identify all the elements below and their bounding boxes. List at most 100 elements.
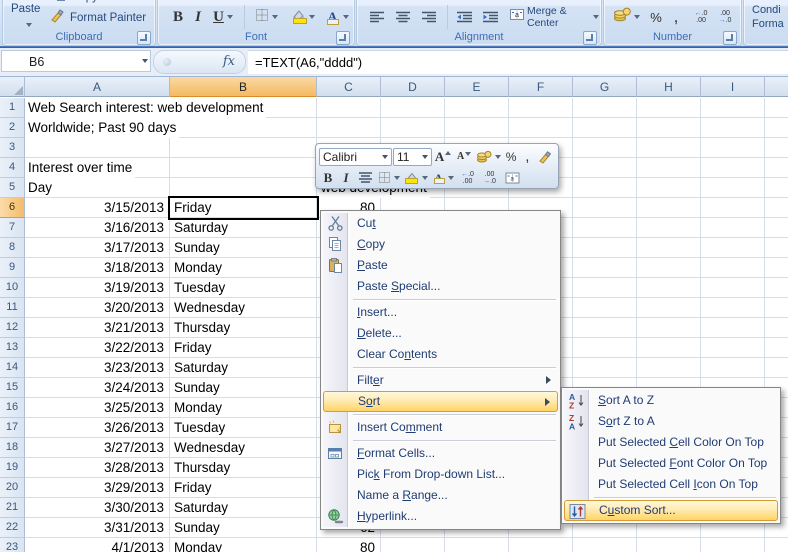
row-header-22[interactable]: 22 <box>0 518 25 538</box>
row-header-7[interactable]: 7 <box>0 218 25 238</box>
menu-item-paste-special[interactable]: Paste Special... <box>323 276 558 297</box>
grow-font-button[interactable]: A <box>433 147 454 167</box>
cell-J3[interactable] <box>765 138 788 158</box>
conditional-formatting-button[interactable]: Condi Forma <box>752 3 784 31</box>
italic-button[interactable]: I <box>338 168 354 188</box>
menu-item-clear-contents[interactable]: Clear Contents <box>323 344 558 365</box>
row-header-16[interactable]: 16 <box>0 398 25 418</box>
paste-dropdown-icon[interactable] <box>26 23 32 27</box>
cell-J12[interactable] <box>765 318 788 338</box>
accounting-format-button[interactable] <box>475 147 502 167</box>
align-right-button[interactable] <box>417 5 441 29</box>
cell-F1[interactable] <box>509 98 573 118</box>
cell-E2[interactable] <box>445 118 509 138</box>
cell-H6[interactable] <box>637 198 701 218</box>
merge-center-button[interactable]: a <box>501 168 523 188</box>
font-color-button[interactable]: A <box>430 168 456 188</box>
cell-H14[interactable] <box>637 358 701 378</box>
cell-H1[interactable] <box>637 98 701 118</box>
align-center-button[interactable] <box>391 5 415 29</box>
cell-G1[interactable] <box>573 98 637 118</box>
menu-item-put-selected-cell-color-on-top[interactable]: Put Selected Cell Color On Top <box>564 432 778 453</box>
row-header-20[interactable]: 20 <box>0 478 25 498</box>
decrease-indent-button[interactable] <box>453 5 477 29</box>
cell-G6[interactable] <box>573 198 637 218</box>
row-header-11[interactable]: 11 <box>0 298 25 318</box>
cell-I9[interactable] <box>701 258 765 278</box>
cell-J4[interactable] <box>765 158 788 178</box>
cell-G12[interactable] <box>573 318 637 338</box>
menu-item-delete[interactable]: Delete... <box>323 323 558 344</box>
cell-J7[interactable] <box>765 218 788 238</box>
row-header-17[interactable]: 17 <box>0 418 25 438</box>
italic-button[interactable]: I <box>190 5 206 29</box>
cell-J1[interactable] <box>765 98 788 118</box>
cell-I8[interactable] <box>701 238 765 258</box>
cell-J8[interactable] <box>765 238 788 258</box>
format-painter-button[interactable]: Format Painter <box>49 7 146 28</box>
cell-I2[interactable] <box>701 118 765 138</box>
font-size-box[interactable]: 11 <box>392 147 432 166</box>
cell-H8[interactable] <box>637 238 701 258</box>
column-header-D[interactable]: D <box>381 77 445 97</box>
column-header-G[interactable]: G <box>573 77 637 97</box>
comma-style-button[interactable]: , <box>668 5 684 29</box>
row-header-9[interactable]: 9 <box>0 258 25 278</box>
paste-button[interactable]: Paste <box>11 3 40 15</box>
cell-G23[interactable] <box>573 538 637 552</box>
row-header-13[interactable]: 13 <box>0 338 25 358</box>
cell-G4[interactable] <box>573 158 637 178</box>
cell-I10[interactable] <box>701 278 765 298</box>
cell-J5[interactable] <box>765 178 788 198</box>
row-header-5[interactable]: 5 <box>0 178 25 198</box>
cell-H13[interactable] <box>637 338 701 358</box>
menu-item-custom-sort[interactable]: Custom Sort... <box>564 500 778 521</box>
row-header-6[interactable]: 6 <box>0 198 25 218</box>
row-header-1[interactable]: 1 <box>0 98 25 118</box>
cell-D1[interactable] <box>381 98 445 118</box>
copy-button[interactable]: Copy <box>53 0 98 5</box>
comma-style-button[interactable]: , <box>521 147 534 167</box>
clipboard-dialog-launcher-icon[interactable] <box>137 31 151 45</box>
column-header-partial[interactable] <box>765 77 788 97</box>
borders-button[interactable] <box>250 5 282 29</box>
column-header-F[interactable]: F <box>509 77 573 97</box>
menu-item-name-a-range[interactable]: Name a Range... <box>323 485 558 506</box>
menu-item-copy[interactable]: Copy <box>323 234 558 255</box>
font-color-button[interactable]: A <box>322 5 352 29</box>
menu-item-sort-z-to-a[interactable]: Z A Sort Z to A <box>564 411 778 432</box>
menu-item-insert-comment[interactable]: Insert Comment <box>323 417 558 438</box>
name-box[interactable]: B6 <box>1 50 151 72</box>
cell-H7[interactable] <box>637 218 701 238</box>
menu-item-sort-a-to-z[interactable]: A Z Sort A to Z <box>564 390 778 411</box>
selected-cell-outline[interactable] <box>168 196 319 220</box>
font-name-box[interactable]: Calibri <box>319 147 392 166</box>
cell-G8[interactable] <box>573 238 637 258</box>
cell-I7[interactable] <box>701 218 765 238</box>
row-header-10[interactable]: 10 <box>0 278 25 298</box>
merge-center-button[interactable]: a Merge & Center <box>509 5 599 29</box>
cell-J9[interactable] <box>765 258 788 278</box>
cell-J11[interactable] <box>765 298 788 318</box>
font-dialog-launcher-icon[interactable] <box>336 31 350 45</box>
column-header-H[interactable]: H <box>637 77 701 97</box>
cell-H12[interactable] <box>637 318 701 338</box>
cell-J13[interactable] <box>765 338 788 358</box>
cell-I6[interactable] <box>701 198 765 218</box>
select-all-corner[interactable] <box>0 77 25 97</box>
cell-H4[interactable] <box>637 158 701 178</box>
cell-G5[interactable] <box>573 178 637 198</box>
decrease-decimal-button[interactable]: .00 →.0 <box>479 168 500 188</box>
cell-I1[interactable] <box>701 98 765 118</box>
cell-B2[interactable] <box>170 118 317 138</box>
shrink-font-button[interactable]: A <box>455 147 474 167</box>
borders-button[interactable] <box>376 168 402 188</box>
cell-E1[interactable] <box>445 98 509 118</box>
cell-H2[interactable] <box>637 118 701 138</box>
cell-G10[interactable] <box>573 278 637 298</box>
fill-color-button[interactable] <box>286 5 318 29</box>
number-dialog-launcher-icon[interactable] <box>723 31 737 45</box>
increase-decimal-button[interactable]: ←.0.00 <box>457 168 478 188</box>
cell-J23[interactable] <box>765 538 788 552</box>
cell-H3[interactable] <box>637 138 701 158</box>
